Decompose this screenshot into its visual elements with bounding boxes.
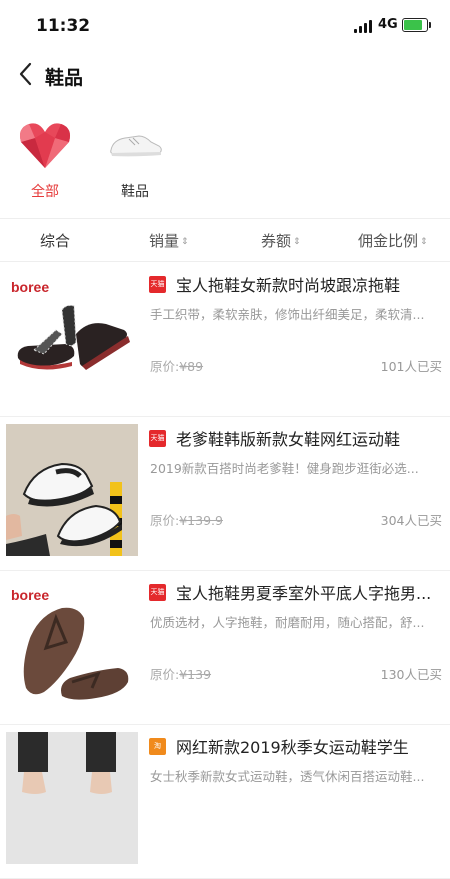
category-label: 鞋品 [121, 184, 149, 200]
sort-coupon[interactable]: 券额 ⇕ [261, 230, 301, 251]
network-type: 4G [378, 17, 398, 32]
brand-logo: boree [11, 587, 50, 603]
sort-label: 佣金比例 [358, 232, 419, 250]
signal-icon [354, 20, 374, 33]
tmall-badge: 天猫 [149, 584, 166, 601]
sort-arrow-icon: ⇕ [181, 237, 189, 247]
product-title: 宝人拖鞋女新款时尚坡跟凉拖鞋 [176, 276, 401, 295]
product-item[interactable]: boree 天猫 宝人拖鞋男夏季室外平底人字拖男... 优质选材，人字拖鞋，耐磨… [0, 570, 450, 725]
sort-label: 券额 [261, 232, 292, 250]
battery-icon [402, 18, 431, 32]
back-arrow-icon[interactable] [14, 61, 40, 87]
sneaker-icon [105, 118, 165, 173]
original-price: 原价:¥139 [150, 667, 212, 682]
product-title: 宝人拖鞋男夏季室外平底人字拖男... [176, 584, 432, 603]
original-price: 原价:¥139.9 [150, 513, 223, 528]
tmall-badge: 天猫 [149, 276, 166, 293]
product-item[interactable]: boree 天猫 宝人拖鞋女新款时尚坡跟凉拖鞋 手工织带，柔软亲肤，修饰出纤细美… [0, 262, 450, 417]
sort-bar: 综合 销量 ⇕ 券额 ⇕ 佣金比例 ⇕ [0, 218, 450, 262]
product-image: boree [6, 270, 138, 402]
sort-arrow-icon: ⇕ [420, 237, 428, 247]
product-title: 网红新款2019秋季女运动鞋学生 [176, 738, 409, 757]
product-item[interactable]: 天猫 老爹鞋韩版新款女鞋网红运动鞋 2019新款百搭时尚老爹鞋！健身跑步逛街必选… [0, 416, 450, 571]
original-price: 原价:¥89 [150, 359, 204, 374]
header: 鞋品 [0, 50, 450, 100]
product-title: 老爹鞋韩版新款女鞋网红运动鞋 [176, 430, 401, 449]
product-description: 女士秋季新款女式运动鞋，透气休闲百搭运动鞋... [150, 769, 425, 784]
sold-count: 130人已买 [380, 667, 442, 682]
category-selector: 全部 鞋品 [0, 118, 450, 208]
sold-count: 101人已买 [380, 359, 442, 374]
category-all[interactable]: 全部 [0, 118, 90, 208]
sort-arrow-icon: ⇕ [293, 237, 301, 247]
category-label: 全部 [31, 184, 59, 200]
product-description: 手工织带，柔软亲肤，修饰出纤细美足，柔软清... [150, 307, 425, 322]
sort-label: 综合 [40, 232, 71, 250]
page-title: 鞋品 [45, 67, 84, 89]
sort-comprehensive[interactable]: 综合 [40, 230, 70, 251]
status-bar: 11:32 4G [0, 0, 450, 50]
sort-label: 销量 [149, 232, 180, 250]
status-time: 11:32 [36, 16, 91, 36]
sold-count: 304人已买 [380, 513, 442, 528]
brand-logo: boree [11, 279, 50, 295]
sort-commission[interactable]: 佣金比例 ⇕ [358, 230, 428, 251]
taobao-badge: 淘 [149, 738, 166, 755]
product-image [6, 732, 138, 864]
product-image: boree [6, 578, 138, 710]
tmall-badge: 天猫 [149, 430, 166, 447]
product-item[interactable]: 淘 网红新款2019秋季女运动鞋学生 女士秋季新款女式运动鞋，透气休闲百搭运动鞋… [0, 724, 450, 879]
sort-sales[interactable]: 销量 ⇕ [149, 230, 189, 251]
category-shoes[interactable]: 鞋品 [90, 118, 180, 208]
product-image [6, 424, 138, 556]
product-description: 优质选材，人字拖鞋，耐磨耐用，随心搭配，舒... [150, 615, 425, 630]
heart-icon [15, 118, 75, 173]
product-description: 2019新款百搭时尚老爹鞋！健身跑步逛街必选... [150, 461, 419, 476]
